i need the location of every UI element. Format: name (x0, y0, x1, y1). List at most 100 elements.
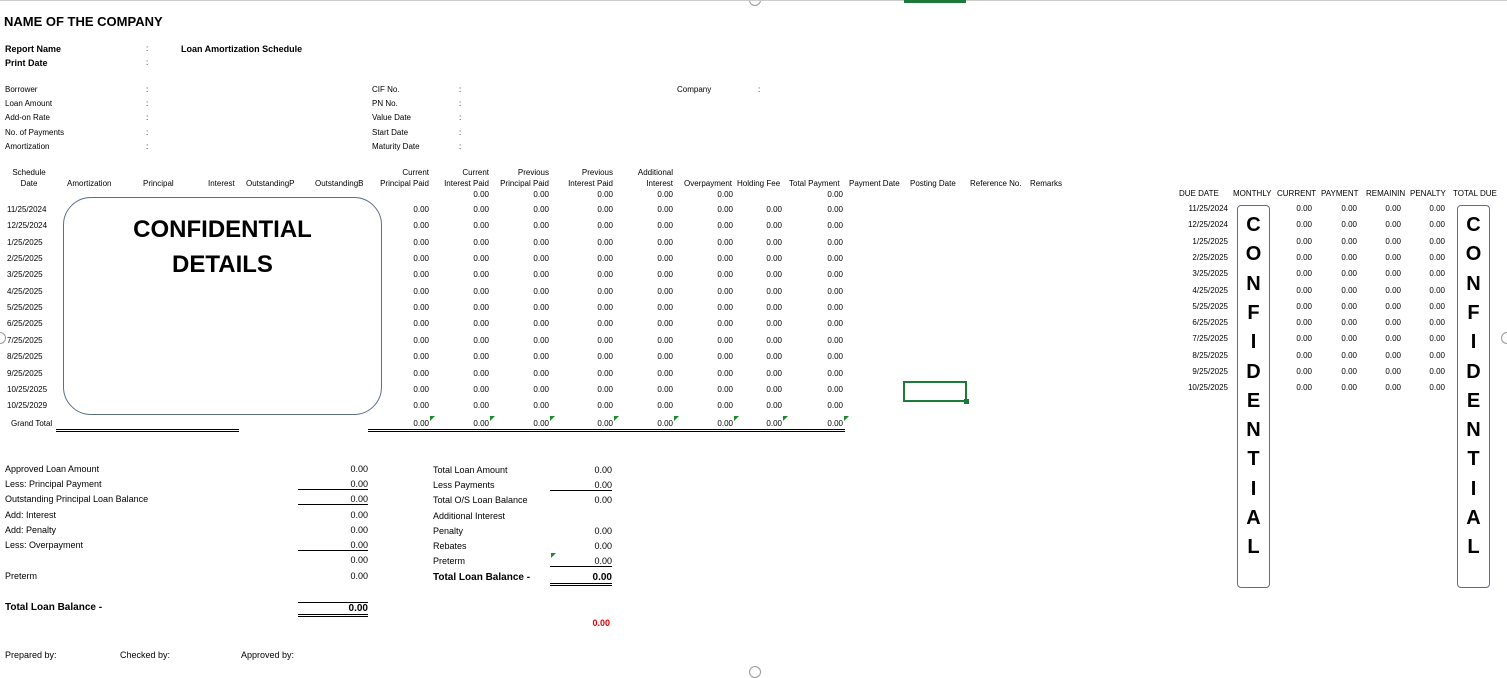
row-value-overpayment: 0.00 (717, 352, 733, 361)
summary-right-value: 0.00 (550, 480, 612, 491)
info-left-colon: : (146, 99, 149, 108)
row-date: 1/25/2025 (7, 238, 43, 247)
row-value-additional-interest: 0.00 (657, 369, 673, 378)
row-value-cur-interest: 0.00 (473, 369, 489, 378)
vertical-letter: N (1466, 272, 1481, 295)
due-table-row: 12/25/2024 0.00 0.00 0.00 0.00 (1170, 220, 1500, 234)
bottom-resize-handle[interactable] (749, 666, 761, 678)
print-date-label: Print Date (5, 58, 48, 68)
active-column-marker (904, 0, 966, 3)
due-value: 0.00 (1296, 237, 1312, 246)
info-left-label: No. of Payments (5, 128, 65, 137)
summary-right-label: Penalty (433, 526, 464, 536)
vertical-letter: T (1247, 448, 1260, 471)
due-table-row: 9/25/2025 0.00 0.00 0.00 0.00 (1170, 367, 1500, 381)
due-table-row: 3/25/2025 0.00 0.00 0.00 0.00 (1170, 269, 1500, 283)
vertical-letter: N (1246, 272, 1261, 295)
due-value: 0.00 (1385, 302, 1401, 311)
row-value-total-payment: 0.00 (827, 303, 843, 312)
due-value: 0.00 (1429, 318, 1445, 327)
due-value: 0.00 (1429, 351, 1445, 360)
header-schedule-date: Schedule (12, 168, 46, 177)
row-date: 8/25/2025 (7, 352, 43, 361)
row-value-cur-interest: 0.00 (473, 221, 489, 230)
due-value: 0.00 (1429, 220, 1445, 229)
due-value: 0.00 (1385, 237, 1401, 246)
confidential-title: CONFIDENTIAL (133, 216, 312, 243)
summary-left-value: 0.00 (350, 571, 368, 581)
due-value: 0.00 (1385, 220, 1401, 229)
row-value-cur-interest: 0.00 (473, 238, 489, 247)
info-mid-label: CIF No. (372, 85, 400, 94)
due-value: 0.00 (1296, 334, 1312, 343)
due-value: 0.00 (1296, 253, 1312, 262)
row-value-total-payment: 0.00 (827, 369, 843, 378)
row-date: 10/25/2029 (7, 401, 48, 410)
info-mid-colon: : (459, 99, 462, 108)
vertical-letter: I (1250, 477, 1257, 500)
row-value-overpayment: 0.00 (717, 205, 733, 214)
summary-right-label: Additional Interest (433, 511, 506, 521)
row-value-total-payment: 0.00 (827, 254, 843, 263)
summary-right-total-label: Total Loan Balance - (433, 572, 531, 583)
selected-cell[interactable] (903, 381, 969, 404)
approved-by-label: Approved by: (241, 650, 295, 660)
row-value-overpayment: 0.00 (717, 319, 733, 328)
due-value: 0.00 (1341, 286, 1357, 295)
row-value-cur-interest: 0.00 (473, 336, 489, 345)
row-date: 5/25/2025 (7, 303, 43, 312)
error-indicator-icon (614, 416, 619, 421)
error-indicator-icon (844, 416, 849, 421)
grand-total-label: Grand Total (11, 419, 53, 428)
row-value-cur-principal: 0.00 (413, 254, 429, 263)
due-value: 0.00 (1341, 318, 1357, 327)
summary-left-label: Less: Overpayment (5, 540, 84, 550)
vertical-letter: F (1247, 301, 1260, 324)
info-left-label: Add-on Rate (5, 113, 50, 122)
row-value-holding-fee: 0.00 (766, 205, 782, 214)
vertical-letter: A (1246, 507, 1261, 529)
due-header: REMAININ (1366, 189, 1406, 198)
row-value-holding-fee: 0.00 (766, 287, 782, 296)
due-date: 4/25/2025 (1192, 286, 1228, 295)
due-date: 3/25/2025 (1192, 269, 1228, 278)
row-value-prev-interest: 0.00 (597, 385, 613, 394)
row-value-prev-principal: 0.00 (533, 401, 549, 410)
due-value: 0.00 (1429, 367, 1445, 376)
summary-left-value: 0.00 (298, 494, 368, 505)
row-value-holding-fee: 0.00 (766, 352, 782, 361)
info-left-label: Loan Amount (5, 99, 53, 108)
row-value-holding-fee: 0.00 (766, 303, 782, 312)
row-date: 11/25/2024 (7, 205, 47, 214)
header-payment-date: Payment Date (849, 179, 900, 188)
due-value: 0.00 (1341, 302, 1357, 311)
report-name-value: Loan Amortization Schedule (181, 44, 303, 54)
row-value-cur-interest: 0.00 (473, 254, 489, 263)
vertical-confidential-left[interactable]: CONFIDENTIAL (1237, 205, 1270, 588)
vertical-letter: D (1466, 360, 1481, 383)
row-value-holding-fee: 0.00 (766, 270, 782, 279)
due-header: TOTAL DUE (1453, 189, 1497, 198)
confidential-overlay-box[interactable]: CONFIDENTIAL DETAILS (63, 197, 382, 415)
vertical-confidential-right[interactable]: CONFIDENTIAL (1457, 205, 1490, 588)
due-value: 0.00 (1385, 269, 1401, 278)
header-interest: Interest (208, 179, 235, 188)
due-value: 0.00 (1341, 334, 1357, 343)
due-table-row: 7/25/2025 0.00 0.00 0.00 0.00 (1170, 334, 1500, 348)
vertical-letter: C (1466, 214, 1481, 236)
grand-total-underline (368, 429, 845, 432)
row-value-total-payment: 0.00 (827, 385, 843, 394)
row-value-total-payment: 0.00 (827, 205, 843, 214)
header-prev-principal-2: Principal Paid (500, 179, 549, 188)
row-value-cur-principal: 0.00 (413, 238, 429, 247)
row-value-cur-principal: 0.00 (413, 303, 429, 312)
header-outstanding-b: OutstandingB (315, 179, 364, 188)
due-header: PAYMENT (1321, 189, 1359, 198)
row-date: 6/25/2025 (7, 319, 43, 328)
summary-left-value: 0.00 (350, 555, 368, 565)
grand-total-value: 0.00 (597, 419, 613, 428)
info-mid-label: PN No. (372, 99, 398, 108)
right-resize-handle[interactable] (1501, 332, 1507, 344)
header-subtotal-value: 0.00 (473, 190, 489, 199)
due-value: 0.00 (1296, 302, 1312, 311)
